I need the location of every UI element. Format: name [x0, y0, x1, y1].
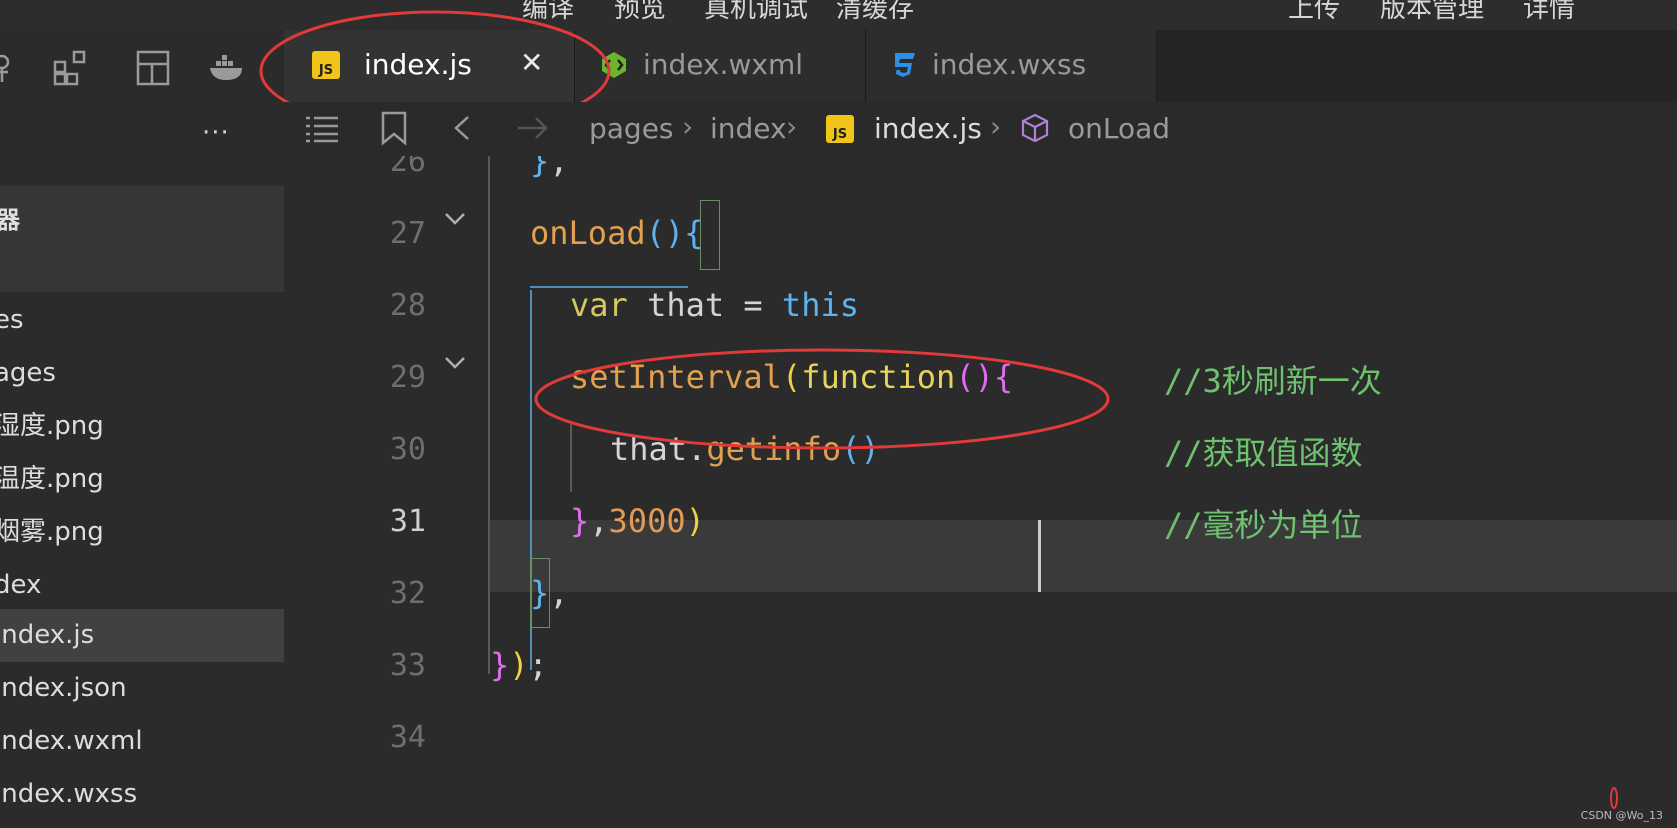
- line-number: 33: [389, 648, 426, 683]
- tree-item-smoke-png[interactable]: 烟雾.png: [0, 506, 284, 559]
- tree-item-index-wxss[interactable]: index.wxss: [0, 768, 284, 821]
- breadcrumb-file[interactable]: index.js: [874, 112, 982, 145]
- js-file-icon: JS: [826, 115, 854, 143]
- tree-item-index-js[interactable]: index.js: [0, 609, 284, 662]
- file-explorer: ··· 器 es ages 湿度.png 温度.png 烟雾.png dex i…: [0, 100, 285, 828]
- code-line-32: },: [530, 574, 569, 612]
- back-arrow-icon[interactable]: [450, 114, 474, 142]
- code-line-27: onLoad(){: [530, 214, 704, 252]
- breadcrumb-pages[interactable]: pages: [589, 112, 674, 145]
- breadcrumb: pages › index › JS index.js › onLoad: [284, 102, 1677, 156]
- outline-list-icon[interactable]: [304, 114, 340, 144]
- code-line-28: var that = this: [570, 286, 859, 324]
- line-number: 27: [389, 216, 426, 251]
- chevron-right-icon: ›: [682, 110, 694, 143]
- tree-item-index-json[interactable]: index.json: [0, 662, 284, 715]
- menu-details[interactable]: 详情: [1523, 0, 1575, 25]
- tree-item-index-folder[interactable]: dex: [0, 559, 284, 612]
- more-actions-button[interactable]: ···: [202, 118, 230, 148]
- docker-icon[interactable]: [208, 48, 248, 88]
- watermark: CSDN @Wo_13: [1580, 809, 1663, 822]
- comment-getinfo: //获取值函数: [1164, 434, 1363, 472]
- bookmark-icon[interactable]: [380, 110, 408, 146]
- explorer-section-header[interactable]: 器: [0, 186, 284, 292]
- menu-clear-cache[interactable]: 清缓存: [836, 0, 914, 25]
- menubar: 编译 预览 真机调试 清缓存 上传 版本管理 详情: [0, 0, 1677, 30]
- annotation-mark: [1610, 787, 1618, 809]
- menu-upload[interactable]: 上传: [1288, 0, 1340, 25]
- explorer-section-label: 器: [0, 206, 20, 234]
- chevron-right-icon: ›: [990, 110, 1002, 143]
- activity-toolbar: [0, 30, 270, 100]
- tab-label: index.wxss: [932, 48, 1087, 81]
- line-number: 29: [389, 360, 426, 395]
- fold-chevron-icon[interactable]: [444, 356, 466, 370]
- indent-guide: [488, 156, 490, 674]
- tree-item-images[interactable]: es: [0, 294, 284, 347]
- tab-index-wxss[interactable]: index.wxss: [866, 30, 1157, 102]
- code-line-26: },: [530, 156, 569, 180]
- breadcrumb-index[interactable]: index: [710, 112, 787, 145]
- code-line-33: });: [490, 646, 548, 684]
- debug-icon[interactable]: [0, 48, 22, 88]
- tree-item-humidity-png[interactable]: 湿度.png: [0, 400, 284, 453]
- line-number: 32: [389, 576, 426, 611]
- fold-chevron-icon[interactable]: [444, 212, 466, 226]
- chevron-right-icon: ›: [786, 110, 798, 143]
- line-number: 26: [389, 156, 426, 179]
- menu-device-debug[interactable]: 真机调试: [704, 0, 808, 25]
- forward-arrow-icon[interactable]: [514, 114, 550, 142]
- extensions-icon[interactable]: [52, 48, 92, 88]
- tree-item-temperature-png[interactable]: 温度.png: [0, 453, 284, 506]
- tree-item-index-wxml[interactable]: index.wxml: [0, 715, 284, 768]
- line-number: 30: [389, 432, 426, 467]
- breadcrumb-symbol[interactable]: onLoad: [1068, 112, 1170, 145]
- menu-preview[interactable]: 预览: [614, 0, 666, 25]
- comment-refresh: //3秒刷新一次: [1164, 362, 1382, 400]
- line-number: 34: [389, 720, 426, 755]
- comment-ms: //毫秒为单位: [1164, 506, 1363, 544]
- line-number-active: 31: [389, 504, 426, 539]
- menu-version[interactable]: 版本管理: [1380, 0, 1484, 25]
- code-editor[interactable]: 26 27 28 29 30 31 32 33 34 }, onLoad(){ …: [284, 156, 1677, 828]
- text-cursor: [1038, 520, 1041, 592]
- css-file-icon: [895, 53, 915, 77]
- annotation-code-ellipse: [534, 348, 1110, 450]
- line-number: 28: [389, 288, 426, 323]
- tab-index-wxml[interactable]: index.wxml: [575, 30, 866, 102]
- method-cube-icon: [1021, 113, 1049, 143]
- layout-icon[interactable]: [134, 48, 174, 88]
- code-line-31: },3000): [570, 502, 705, 540]
- tree-item-pages[interactable]: ages: [0, 347, 284, 400]
- svg-text:JS: JS: [832, 127, 847, 142]
- tab-label: index.wxml: [643, 48, 804, 81]
